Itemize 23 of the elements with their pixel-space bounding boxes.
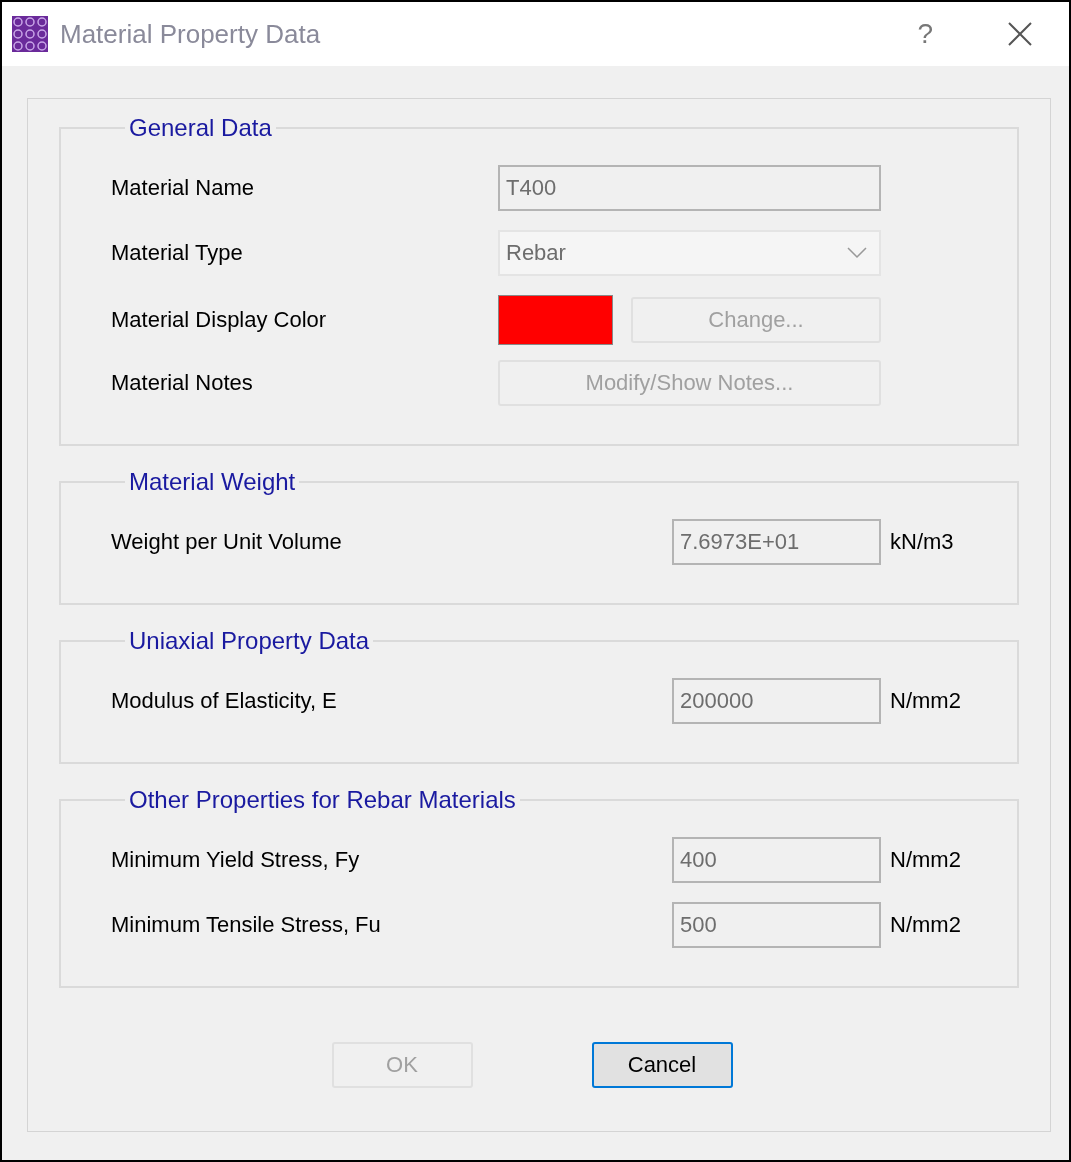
- field-label: Minimum Yield Stress, Fy: [111, 847, 361, 873]
- unit-label: N/mm2: [889, 688, 962, 714]
- unit-label: N/mm2: [889, 912, 962, 938]
- field-label: Weight per Unit Volume: [111, 529, 343, 555]
- field-label: Material Notes: [111, 370, 254, 396]
- dropdown-value: Rebar: [506, 240, 566, 266]
- group-title: Uniaxial Property Data: [128, 626, 371, 656]
- field-label: Material Type: [111, 240, 244, 266]
- help-button[interactable]: ?: [917, 18, 933, 50]
- group-title: Other Properties for Rebar Materials: [128, 785, 517, 815]
- field-label: Material Name: [111, 175, 256, 201]
- unit-label: kN/m3: [889, 529, 955, 555]
- field-label: Minimum Tensile Stress, Fu: [111, 912, 382, 938]
- unit-label: N/mm2: [889, 847, 962, 873]
- chevron-down-icon: [847, 247, 867, 259]
- window-title: Material Property Data: [60, 18, 322, 50]
- app-icon: [12, 16, 48, 52]
- button[interactable]: Cancel: [591, 1042, 733, 1088]
- field-label: Material Display Color: [111, 307, 328, 333]
- group-title: General Data: [128, 113, 273, 143]
- group-title: Material Weight: [128, 467, 297, 497]
- close-icon[interactable]: [1007, 21, 1033, 47]
- field-label: Modulus of Elasticity, E: [111, 688, 338, 714]
